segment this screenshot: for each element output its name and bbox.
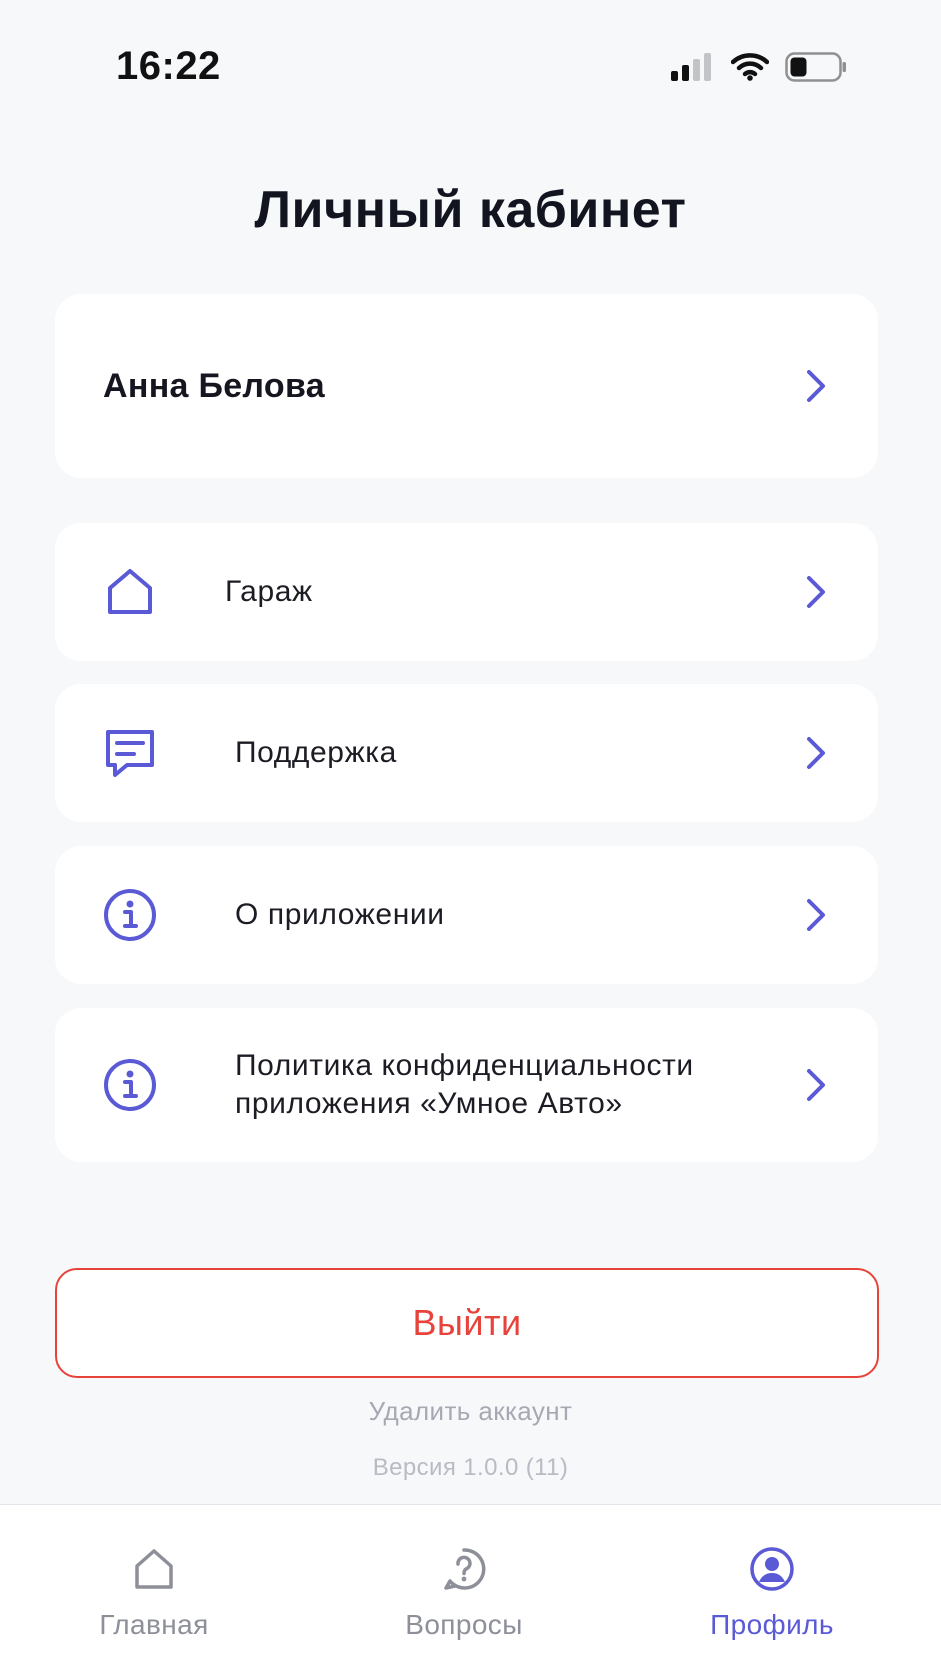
tab-home[interactable]: Главная [34, 1505, 274, 1672]
home-icon [108, 569, 152, 614]
tab-questions[interactable]: Вопросы [344, 1505, 584, 1672]
menu-item-support[interactable]: Поддержка [55, 684, 878, 822]
chevron-right-icon [807, 576, 825, 608]
chevron-right-icon [807, 370, 825, 402]
status-icons [671, 52, 847, 82]
menu-item-label: Политика конфиденциальности приложения «… [235, 1047, 694, 1123]
info-icon [104, 889, 156, 941]
battery-icon [785, 52, 846, 82]
tab-profile[interactable]: Профиль [652, 1505, 892, 1672]
tab-label: Главная [99, 1609, 209, 1640]
menu-item-label-line1: Политика конфиденциальности [235, 1049, 694, 1082]
chat-icon [106, 730, 154, 777]
menu-item-about[interactable]: О приложении [55, 846, 878, 984]
menu-item-label: Гараж [225, 575, 313, 608]
tab-label: Профиль [710, 1609, 834, 1640]
user-icon [750, 1547, 794, 1591]
menu-item-garage[interactable]: Гараж [55, 523, 878, 661]
profile-screen: 16:22 Личный кабинет Анна Белова Гараж П… [0, 0, 941, 1672]
tab-label: Вопросы [405, 1609, 523, 1640]
wifi-icon [731, 53, 769, 81]
status-time: 16:22 [116, 44, 221, 88]
chevron-right-icon [807, 737, 825, 769]
profile-card[interactable]: Анна Белова [55, 294, 878, 478]
profile-name: Анна Белова [103, 366, 325, 405]
menu-item-privacy-policy[interactable]: Политика конфиденциальности приложения «… [55, 1008, 878, 1162]
tab-bar: Главная Вопросы Профиль [0, 1504, 941, 1672]
delete-account-link[interactable]: Удалить аккаунт [0, 1396, 941, 1427]
app-version: Версия 1.0.0 (11) [372, 1454, 569, 1481]
menu-item-label: О приложении [235, 898, 445, 931]
cellular-signal-icon [671, 53, 711, 81]
chevron-right-icon [807, 1069, 825, 1101]
home-icon [135, 1549, 173, 1589]
chevron-right-icon [807, 899, 825, 931]
logout-button[interactable]: Выйти [55, 1268, 879, 1378]
info-icon [104, 1059, 156, 1111]
status-bar: 16:22 [0, 0, 941, 140]
question-icon [444, 1548, 486, 1590]
menu-item-label-line2: приложения «Умное Авто» [235, 1087, 623, 1120]
page-title: Личный кабинет [254, 181, 687, 239]
menu-item-label: Поддержка [235, 736, 397, 769]
